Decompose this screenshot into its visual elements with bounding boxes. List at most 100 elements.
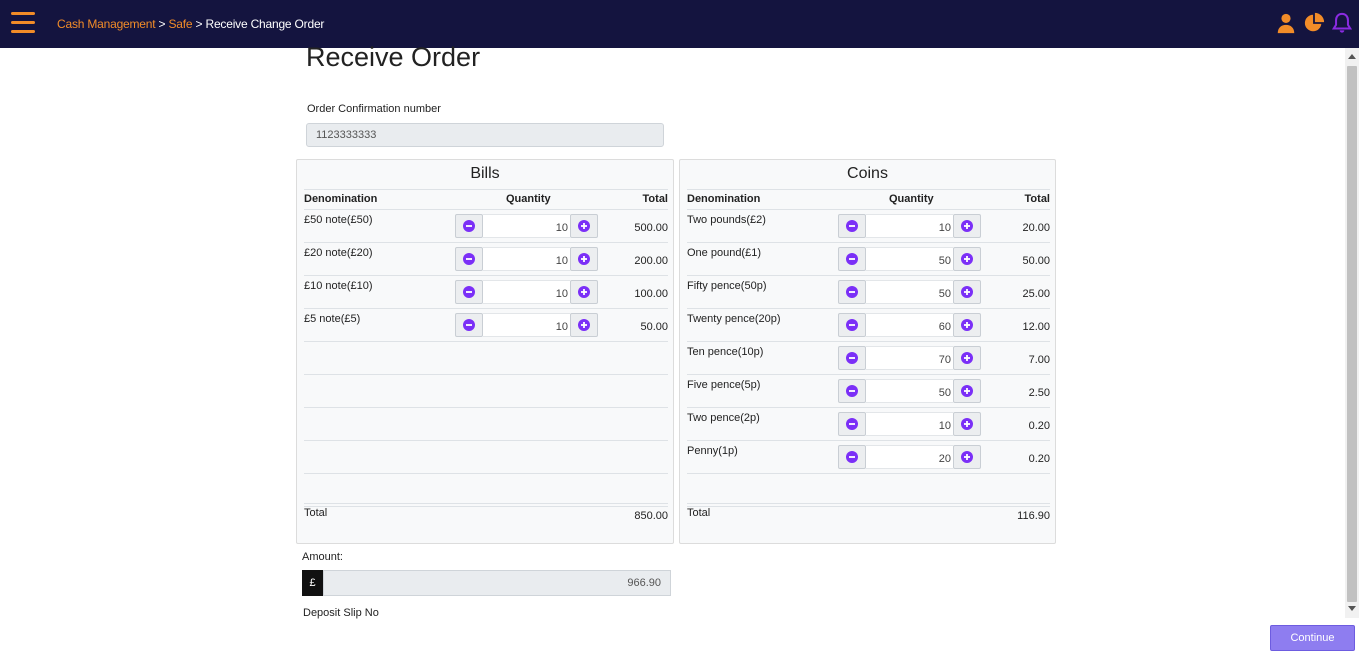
plus-circle-icon: [961, 451, 973, 463]
increase-quantity-button[interactable]: [953, 280, 981, 304]
denomination-label: Twenty pence(20p): [687, 313, 781, 325]
row-total: 200.00: [634, 255, 668, 267]
increase-quantity-button[interactable]: [570, 313, 598, 337]
increase-quantity-button[interactable]: [570, 214, 598, 238]
decrease-quantity-button[interactable]: [838, 445, 866, 469]
empty-table-row: [304, 375, 668, 408]
decrease-quantity-button[interactable]: [838, 379, 866, 403]
header-quantity: Quantity: [506, 193, 551, 205]
minus-circle-icon: [463, 253, 475, 265]
currency-prefix: £: [302, 570, 323, 596]
scroll-thumb[interactable]: [1347, 66, 1357, 602]
row-total: 50.00: [640, 321, 668, 333]
scroll-up-arrow-icon[interactable]: [1348, 54, 1356, 59]
increase-quantity-button[interactable]: [953, 214, 981, 238]
quantity-input[interactable]: 10: [483, 313, 570, 337]
breadcrumb-separator: >: [195, 17, 203, 31]
coins-panel: Coins Denomination Quantity Total Two po…: [679, 159, 1056, 544]
user-icon[interactable]: [1275, 12, 1297, 34]
row-total: 50.00: [1022, 255, 1050, 267]
quantity-input[interactable]: 70: [866, 346, 953, 370]
quantity-input[interactable]: 50: [866, 379, 953, 403]
row-total: 100.00: [634, 288, 668, 300]
increase-quantity-button[interactable]: [953, 346, 981, 370]
amount-input[interactable]: 966.90: [323, 570, 671, 596]
quantity-input[interactable]: 10: [866, 412, 953, 436]
row-total: 7.00: [1028, 354, 1050, 366]
denomination-label: £5 note(£5): [304, 313, 361, 325]
breadcrumb-current: Receive Change Order: [205, 17, 325, 31]
quantity-input[interactable]: 10: [483, 214, 570, 238]
bills-table: Denomination Quantity Total £50 note(£50…: [304, 189, 668, 507]
bills-panel: Bills Denomination Quantity Total £50 no…: [296, 159, 674, 544]
denomination-label: Five pence(5p): [687, 379, 761, 391]
decrease-quantity-button[interactable]: [838, 313, 866, 337]
minus-circle-icon: [846, 220, 858, 232]
bell-icon[interactable]: [1331, 12, 1353, 34]
quantity-stepper: 10: [455, 214, 598, 238]
increase-quantity-button[interactable]: [570, 280, 598, 304]
bills-total-value: 850.00: [634, 510, 668, 522]
decrease-quantity-button[interactable]: [455, 313, 483, 337]
decrease-quantity-button[interactable]: [838, 346, 866, 370]
table-row: £5 note(£5) 10 50.00: [304, 309, 668, 342]
scroll-down-arrow-icon[interactable]: [1348, 606, 1356, 611]
decrease-quantity-button[interactable]: [455, 214, 483, 238]
row-total: 20.00: [1022, 222, 1050, 234]
table-row: £50 note(£50) 10 500.00: [304, 210, 668, 243]
increase-quantity-button[interactable]: [953, 412, 981, 436]
quantity-stepper: 10: [838, 214, 981, 238]
increase-quantity-button[interactable]: [570, 247, 598, 271]
quantity-input[interactable]: 50: [866, 247, 953, 271]
row-total: 0.20: [1028, 420, 1050, 432]
quantity-input[interactable]: 50: [866, 280, 953, 304]
coins-table: Denomination Quantity Total Two pounds(£…: [687, 189, 1050, 507]
quantity-stepper: 50: [838, 247, 981, 271]
quantity-input[interactable]: 60: [866, 313, 953, 337]
header-quantity: Quantity: [889, 193, 934, 205]
plus-circle-icon: [961, 319, 973, 331]
decrease-quantity-button[interactable]: [838, 280, 866, 304]
minus-circle-icon: [846, 319, 858, 331]
decrease-quantity-button[interactable]: [455, 247, 483, 271]
plus-circle-icon: [578, 319, 590, 331]
decrease-quantity-button[interactable]: [455, 280, 483, 304]
increase-quantity-button[interactable]: [953, 247, 981, 271]
quantity-input[interactable]: 10: [483, 280, 570, 304]
denomination-label: £50 note(£50): [304, 214, 373, 226]
denomination-label: Fifty pence(50p): [687, 280, 767, 292]
quantity-stepper: 10: [455, 247, 598, 271]
plus-circle-icon: [961, 220, 973, 232]
breadcrumb-cash-management[interactable]: Cash Management: [57, 17, 156, 31]
table-row: Two pounds(£2) 10 20.00: [687, 210, 1050, 243]
quantity-input[interactable]: 10: [866, 214, 953, 238]
decrease-quantity-button[interactable]: [838, 412, 866, 436]
row-total: 25.00: [1022, 288, 1050, 300]
breadcrumb-separator: >: [158, 17, 166, 31]
order-confirmation-input[interactable]: 1123333333: [306, 123, 664, 147]
quantity-input[interactable]: 20: [866, 445, 953, 469]
increase-quantity-button[interactable]: [953, 445, 981, 469]
decrease-quantity-button[interactable]: [838, 214, 866, 238]
minus-circle-icon: [463, 319, 475, 331]
coins-footer: Total 116.90: [687, 503, 1050, 534]
hamburger-menu-icon[interactable]: [11, 12, 35, 34]
denomination-label: £20 note(£20): [304, 247, 373, 259]
plus-circle-icon: [961, 253, 973, 265]
header-total: Total: [642, 193, 668, 205]
bills-total-label: Total: [304, 507, 328, 519]
denomination-label: Ten pence(10p): [687, 346, 764, 358]
denomination-label: £10 note(£10): [304, 280, 373, 292]
quantity-stepper: 20: [838, 445, 981, 469]
deposit-slip-label: Deposit Slip No: [303, 607, 379, 619]
quantity-stepper: 10: [455, 313, 598, 337]
pie-chart-icon[interactable]: [1303, 12, 1325, 34]
bills-title: Bills: [470, 165, 500, 182]
continue-button[interactable]: Continue: [1270, 625, 1355, 651]
quantity-input[interactable]: 10: [483, 247, 570, 271]
decrease-quantity-button[interactable]: [838, 247, 866, 271]
breadcrumb-safe[interactable]: Safe: [169, 17, 193, 31]
increase-quantity-button[interactable]: [953, 313, 981, 337]
increase-quantity-button[interactable]: [953, 379, 981, 403]
header-total: Total: [1024, 193, 1050, 205]
